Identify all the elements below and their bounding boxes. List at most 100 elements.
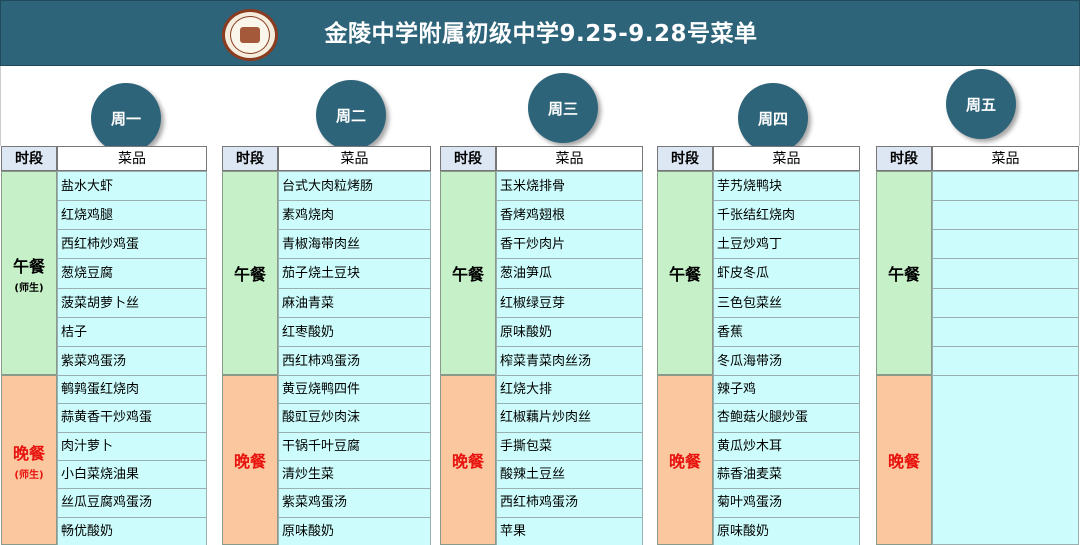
- dish-cell: 紫菜鸡蛋汤: [278, 488, 431, 518]
- lunch-label-cell: 午餐: [222, 171, 278, 375]
- dish-cell: 桔子: [57, 316, 207, 347]
- dish-cell: 红烧鸡腿: [57, 200, 207, 231]
- dish-cell: 香蕉: [713, 316, 860, 347]
- day-block-5: 时段 菜品午餐晚餐: [876, 146, 1079, 545]
- column-header-dish: 菜品: [278, 146, 431, 171]
- dinner-label: 晚餐: [451, 452, 484, 471]
- dish-cell: [932, 200, 1079, 231]
- day-block-3: 时段 菜品 午餐 玉米烧排骨 香烤鸡翅根 香干炒肉片 葱油笋瓜 红椒绿豆芽 原味酸奶 榨菜青菜肉丝…: [440, 146, 643, 545]
- day-badge-2: 周二: [316, 80, 386, 150]
- menu-header: 金陵中学附属初级中学9.25-9.28号菜单: [0, 0, 1080, 66]
- lunch-audience: (师生): [14, 282, 44, 294]
- dish-cell: 台式大肉粒烤肠: [278, 171, 431, 202]
- dish-cell: 盐水大虾: [57, 171, 207, 202]
- column-header-dish: 菜品: [496, 146, 643, 171]
- dish-cell: 畅优酸奶: [57, 516, 207, 545]
- dinner-label: 晚餐: [887, 452, 920, 471]
- school-seal-icon: [222, 9, 278, 61]
- dish-cell: 香干炒肉片: [496, 229, 643, 260]
- dish-cell: [932, 345, 1079, 376]
- column-header-dish: 菜品: [57, 146, 207, 171]
- dish-cell: 玉米烧排骨: [496, 171, 643, 202]
- dinner-label: 晚餐: [233, 452, 266, 471]
- column-header-time: 时段: [440, 146, 496, 171]
- dish-cell: 冬瓜海带汤: [713, 345, 860, 376]
- lunch-label: 午餐: [451, 265, 484, 284]
- column-header-time: 时段: [657, 146, 713, 171]
- dish-cell: 素鸡烧肉: [278, 200, 431, 231]
- dinner-label: 晚餐: [668, 452, 701, 471]
- day-block-4: 时段 菜品午餐 芋艿烧鸭块 千张结红烧肉 土豆炒鸡丁 虾皮冬瓜 三色包菜丝 香蕉 冬瓜海带汤晚餐…: [657, 146, 860, 545]
- column-header-time: 时段: [222, 146, 278, 171]
- lunch-label: 午餐: [887, 265, 920, 284]
- dish-cell: 肉汁萝卜: [57, 431, 207, 461]
- day-badge-3: 周三: [528, 73, 598, 143]
- day-badge-1: 周一: [91, 83, 161, 153]
- dish-cell: 青椒海带肉丝: [278, 229, 431, 260]
- dish-cell: 葱烧豆腐: [57, 258, 207, 289]
- day-badge-4: 周四: [738, 83, 808, 153]
- dinner-audience: (师生): [14, 469, 44, 481]
- lunch-label-cell: 午餐: [440, 171, 496, 375]
- column-header-dish: 菜品: [932, 146, 1079, 171]
- dish-cell: 酸豇豆炒肉沫: [278, 403, 431, 433]
- dish-cell: 三色包菜丝: [713, 287, 860, 318]
- dish-cell: 原味酸奶: [713, 516, 860, 545]
- dish-cell: 原味酸奶: [278, 516, 431, 545]
- dish-cell: 手撕包菜: [496, 431, 643, 461]
- dish-cell: 黄豆烧鸭四件: [278, 375, 431, 405]
- dish-cell: 菠菜胡萝卜丝: [57, 287, 207, 318]
- dish-cell: 苹果: [496, 516, 643, 545]
- dish-cell: 辣子鸡: [713, 375, 860, 405]
- column-header-dish: 菜品: [713, 146, 860, 171]
- dish-cell: 小白菜烧油果: [57, 460, 207, 490]
- dish-cell: 干锅千叶豆腐: [278, 431, 431, 461]
- dish-cell: 千张结红烧肉: [713, 200, 860, 231]
- dish-cell: 芋艿烧鸭块: [713, 171, 860, 202]
- dish-cell: 红椒藕片炒肉丝: [496, 403, 643, 433]
- dish-cell: 丝瓜豆腐鸡蛋汤: [57, 488, 207, 518]
- dinner-label-cell: 晚餐: [440, 375, 496, 545]
- dish-cell: 原味酸奶: [496, 316, 643, 347]
- dish-cell: [932, 258, 1079, 289]
- dish-cell: [932, 229, 1079, 260]
- dish-cell: 土豆炒鸡丁: [713, 229, 860, 260]
- day-badge-5: 周五: [946, 69, 1016, 139]
- dinner-label: 晚餐: [12, 443, 45, 463]
- dish-cell: 清炒生菜: [278, 460, 431, 490]
- dish-cell: 红烧大排: [496, 375, 643, 405]
- dinner-label-cell: 晚餐: [876, 375, 932, 545]
- dish-cell: 西红柿炒鸡蛋: [57, 229, 207, 260]
- dish-cell: 紫菜鸡蛋汤: [57, 345, 207, 376]
- lunch-label-cell: 午餐: [876, 171, 932, 375]
- dish-cell: 菊叶鸡蛋汤: [713, 488, 860, 518]
- lunch-label-cell: 午餐: [657, 171, 713, 375]
- lunch-label-cell: 午餐 (师生): [1, 171, 57, 375]
- dish-cell: 蒜香油麦菜: [713, 460, 860, 490]
- dish-cell: 虾皮冬瓜: [713, 258, 860, 289]
- dish-cell: 香烤鸡翅根: [496, 200, 643, 231]
- column-header-time: 时段: [876, 146, 932, 171]
- dish-cell: 酸辣土豆丝: [496, 460, 643, 490]
- dinner-label-cell: 晚餐: [657, 375, 713, 545]
- dish-cell: 鹌鹑蛋红烧肉: [57, 375, 207, 405]
- day-block-2: 时段 菜品午餐 台式大肉粒烤肠 素鸡烧肉 青椒海带肉丝 茄子烧土豆块 麻油青菜 红枣酸奶 西红柿…: [222, 146, 431, 545]
- dish-cell: 麻油青菜: [278, 287, 431, 318]
- dish-cell: 茄子烧土豆块: [278, 258, 431, 289]
- lunch-label: 午餐: [233, 265, 266, 284]
- lunch-label: 午餐: [668, 265, 701, 284]
- dish-cell: 黄瓜炒木耳: [713, 431, 860, 461]
- dish-cell: 红枣酸奶: [278, 316, 431, 347]
- dish-cell: 西红柿鸡蛋汤: [496, 488, 643, 518]
- dish-cell: [932, 316, 1079, 347]
- column-header-time: 时段: [1, 146, 57, 171]
- dish-cell: 杏鲍菇火腿炒蛋: [713, 403, 860, 433]
- dish-cell: 蒜黄香干炒鸡蛋: [57, 403, 207, 433]
- dinner-label-cell: 晚餐 (师生): [1, 375, 57, 545]
- day-strip: 周一 周二 周三 周四 周五: [0, 66, 1080, 153]
- dish-cell: 葱油笋瓜: [496, 258, 643, 289]
- dish-cell: 西红柿鸡蛋汤: [278, 345, 431, 376]
- dinner-empty-cell: [932, 375, 1079, 545]
- dish-cell: 榨菜青菜肉丝汤: [496, 345, 643, 376]
- dish-cell: [932, 287, 1079, 318]
